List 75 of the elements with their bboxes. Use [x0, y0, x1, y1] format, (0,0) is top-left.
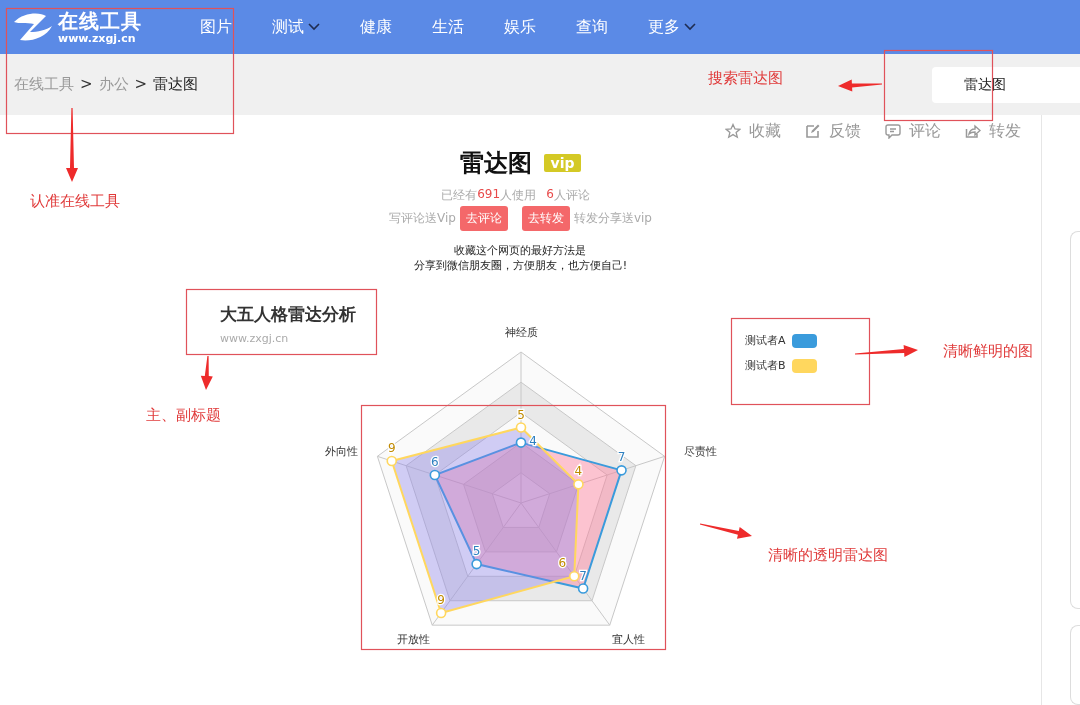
nav-link[interactable]: 娱乐	[504, 16, 536, 38]
search-field[interactable]: 雷达图	[932, 66, 1080, 103]
message-text: 分享到微信朋友圈，方便朋友，也方便自己!	[413, 258, 628, 273]
data-point	[515, 422, 527, 433]
value-label: 5	[472, 544, 481, 559]
legend-label: 测试者B	[745, 358, 786, 373]
legend-swatch[interactable]	[791, 358, 817, 373]
breadcrumb-link[interactable]: 办公	[98, 75, 129, 94]
value-label: 6	[558, 556, 567, 571]
annotation-text: 清晰的透明雷达图	[768, 546, 888, 565]
value-label: 5	[517, 407, 525, 422]
nav-link[interactable]: 生活	[432, 16, 464, 38]
value-label: 6	[431, 455, 439, 469]
vip-badge: vip	[543, 154, 582, 172]
annotation-arrow	[838, 79, 882, 92]
promo-button[interactable]: 去评论	[459, 206, 508, 231]
action-link[interactable]: 反馈	[805, 119, 861, 143]
annotation-arrow	[855, 344, 918, 357]
axis-label: 宜人性	[612, 633, 646, 647]
logo-title: 在线工具	[58, 10, 142, 31]
annotation-text: 搜索雷达图	[708, 69, 783, 88]
data-point	[386, 455, 398, 467]
breadcrumb-link[interactable]: 在线工具	[14, 75, 74, 94]
logo-url: www.zxgj.cn	[58, 32, 136, 44]
chart-subtitle: www.zxgj.cn	[220, 332, 290, 345]
action-link[interactable]: 收藏	[725, 119, 781, 143]
data-point	[515, 437, 527, 448]
chart-title: 大五人格雷达分析	[220, 303, 356, 326]
action-link[interactable]: 转发	[965, 119, 1021, 143]
value-label: 4	[574, 464, 583, 479]
breadcrumb-separator: >	[134, 75, 148, 94]
message-text: 收藏这个网页的最好方法是	[454, 243, 587, 258]
legend-swatch[interactable]	[791, 333, 817, 348]
value-label: 9	[437, 592, 445, 607]
breadcrumb-current[interactable]: 雷达图	[153, 75, 199, 94]
stat-number: 691	[477, 187, 501, 203]
page-title: 雷达图	[459, 148, 532, 179]
nav-link[interactable]: 查询	[576, 16, 608, 38]
value-label: 9	[387, 441, 396, 455]
breadcrumb-separator: >	[80, 75, 93, 94]
data-point	[616, 465, 627, 476]
stat-text: 已经有	[441, 187, 478, 204]
data-point	[573, 479, 584, 490]
nav-link[interactable]: 测试	[272, 16, 320, 38]
annotation-text: 认准在线工具	[30, 192, 120, 211]
data-point	[568, 571, 580, 582]
promo-button[interactable]: 去转发	[521, 206, 570, 231]
share-icon	[965, 123, 981, 139]
data-point	[471, 558, 482, 570]
axis-label: 神经质	[504, 326, 538, 339]
promo-text: 转发分享送vip	[573, 210, 652, 227]
legend-label: 测试者A	[745, 333, 786, 348]
promo-text: 写评论送Vip	[389, 210, 456, 227]
annotation-text: 主、副标题	[146, 406, 221, 425]
stat-number: 6	[546, 187, 554, 203]
star-icon	[725, 123, 741, 139]
axis-label: 尽责性	[683, 445, 717, 459]
data-point	[429, 469, 441, 481]
axis-label: 开放性	[396, 633, 430, 647]
annotation-arrow	[699, 523, 752, 539]
nav-link[interactable]: 健康	[360, 16, 392, 38]
axis-label: 外向性	[325, 445, 359, 459]
edit-icon	[805, 123, 821, 139]
data-point	[577, 583, 589, 594]
stat-text: 人评论	[553, 187, 590, 204]
value-label: 7	[617, 450, 626, 465]
action-link[interactable]: 评论	[885, 119, 941, 143]
annotation-arrow	[200, 356, 213, 390]
data-point	[435, 607, 447, 619]
annotation-text: 清晰鲜明的图	[943, 342, 1033, 361]
stat-text: 人使用	[500, 187, 537, 204]
value-label: 7	[579, 568, 587, 583]
nav-link[interactable]: 更多	[648, 16, 696, 38]
comment-icon	[885, 123, 901, 139]
nav-link[interactable]: 图片	[200, 16, 232, 38]
